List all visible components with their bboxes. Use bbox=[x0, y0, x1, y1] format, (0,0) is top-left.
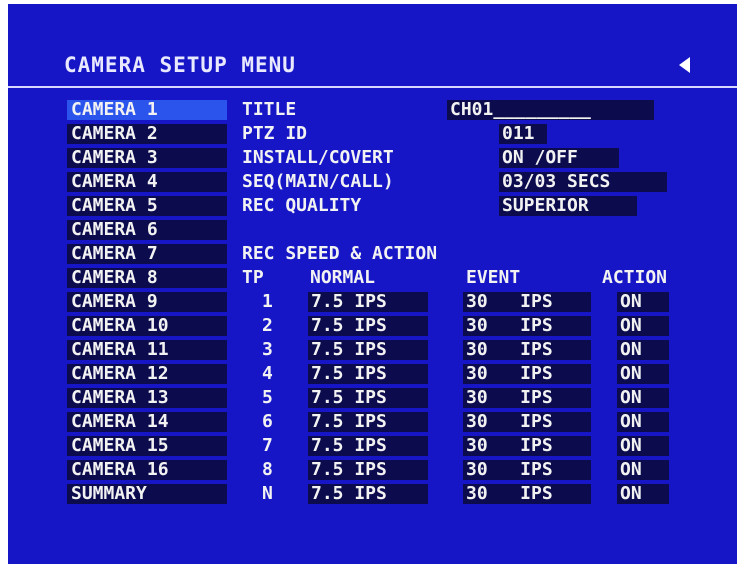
rec-row-tp: 3 bbox=[262, 339, 273, 360]
rec-row-normal[interactable]: 7.5 IPS bbox=[308, 316, 428, 336]
camera-item[interactable]: CAMERA 5 bbox=[67, 196, 227, 216]
rec-row-action[interactable]: ON bbox=[617, 460, 669, 480]
rec-row-event[interactable]: 30 IPS bbox=[463, 364, 591, 384]
rec-quality-label: REC QUALITY bbox=[242, 195, 362, 216]
rec-row-normal[interactable]: 7.5 IPS bbox=[308, 484, 428, 504]
camera-item[interactable]: CAMERA 4 bbox=[67, 172, 227, 192]
camera-item[interactable]: CAMERA 15 bbox=[67, 436, 227, 456]
rec-row-event[interactable]: 30 IPS bbox=[463, 388, 591, 408]
back-arrow-icon[interactable] bbox=[679, 57, 690, 73]
rec-row-normal[interactable]: 7.5 IPS bbox=[308, 436, 428, 456]
seq-label: SEQ(MAIN/CALL) bbox=[242, 171, 394, 192]
rec-row-normal[interactable]: 7.5 IPS bbox=[308, 340, 428, 360]
rec-row-normal[interactable]: 7.5 IPS bbox=[308, 388, 428, 408]
rec-row-action[interactable]: ON bbox=[617, 340, 669, 360]
seq-field[interactable]: 03/03 SECS bbox=[499, 172, 667, 192]
camera-item[interactable]: CAMERA 8 bbox=[67, 268, 227, 288]
rec-row-normal[interactable]: 7.5 IPS bbox=[308, 460, 428, 480]
rec-row-event[interactable]: 30 IPS bbox=[463, 484, 591, 504]
camera-item[interactable]: CAMERA 10 bbox=[67, 316, 227, 336]
rec-quality-field[interactable]: SUPERIOR bbox=[499, 196, 637, 216]
rec-section-title: REC SPEED & ACTION bbox=[242, 243, 438, 264]
rec-row-tp: 4 bbox=[262, 363, 273, 384]
ptz-id-label: PTZ ID bbox=[242, 123, 308, 144]
rec-row-normal[interactable]: 7.5 IPS bbox=[308, 364, 428, 384]
ptz-id-field[interactable]: 011 bbox=[499, 124, 547, 144]
camera-item[interactable]: CAMERA 13 bbox=[67, 388, 227, 408]
col-header-normal: NORMAL bbox=[310, 267, 376, 288]
camera-item[interactable]: CAMERA 1 bbox=[67, 100, 227, 120]
install-covert-label: INSTALL/COVERT bbox=[242, 147, 394, 168]
rec-row-action[interactable]: ON bbox=[617, 316, 669, 336]
camera-item[interactable]: CAMERA 14 bbox=[67, 412, 227, 432]
rec-row-tp: N bbox=[262, 483, 273, 504]
camera-item[interactable]: CAMERA 9 bbox=[67, 292, 227, 312]
rec-row-event[interactable]: 30 IPS bbox=[463, 340, 591, 360]
rec-row-event[interactable]: 30 IPS bbox=[463, 316, 591, 336]
rec-row-action[interactable]: ON bbox=[617, 484, 669, 504]
camera-item[interactable]: CAMERA 2 bbox=[67, 124, 227, 144]
col-header-action: ACTION bbox=[602, 267, 668, 288]
camera-item[interactable]: CAMERA 7 bbox=[67, 244, 227, 264]
install-covert-field[interactable]: ON /OFF bbox=[499, 148, 619, 168]
rec-row-tp: 8 bbox=[262, 459, 273, 480]
title-label: TITLE bbox=[242, 99, 297, 120]
rec-row-event[interactable]: 30 IPS bbox=[463, 412, 591, 432]
rec-row-tp: 1 bbox=[262, 291, 273, 312]
camera-item[interactable]: CAMERA 16 bbox=[67, 460, 227, 480]
rec-row-event[interactable]: 30 IPS bbox=[463, 436, 591, 456]
rec-row-normal[interactable]: 7.5 IPS bbox=[308, 412, 428, 432]
rec-row-normal[interactable]: 7.5 IPS bbox=[308, 292, 428, 312]
menu-title: CAMERA SETUP MENU bbox=[64, 53, 296, 77]
rec-row-tp: 5 bbox=[262, 387, 273, 408]
col-header-tp: TP bbox=[242, 267, 264, 288]
rec-row-action[interactable]: ON bbox=[617, 412, 669, 432]
rec-row-event[interactable]: 30 IPS bbox=[463, 460, 591, 480]
rec-row-event[interactable]: 30 IPS bbox=[463, 292, 591, 312]
title-field[interactable]: CH01_________ bbox=[447, 100, 654, 120]
camera-item[interactable]: SUMMARY bbox=[67, 484, 227, 504]
rec-row-action[interactable]: ON bbox=[617, 292, 669, 312]
rec-row-tp: 6 bbox=[262, 411, 273, 432]
rec-row-action[interactable]: ON bbox=[617, 388, 669, 408]
rec-row-tp: 7 bbox=[262, 435, 273, 456]
rec-row-action[interactable]: ON bbox=[617, 364, 669, 384]
header-divider bbox=[8, 86, 737, 88]
camera-item[interactable]: CAMERA 3 bbox=[67, 148, 227, 168]
rec-row-action[interactable]: ON bbox=[617, 436, 669, 456]
camera-item[interactable]: CAMERA 11 bbox=[67, 340, 227, 360]
rec-row-tp: 2 bbox=[262, 315, 273, 336]
camera-item[interactable]: CAMERA 12 bbox=[67, 364, 227, 384]
col-header-event: EVENT bbox=[466, 267, 521, 288]
camera-item[interactable]: CAMERA 6 bbox=[67, 220, 227, 240]
